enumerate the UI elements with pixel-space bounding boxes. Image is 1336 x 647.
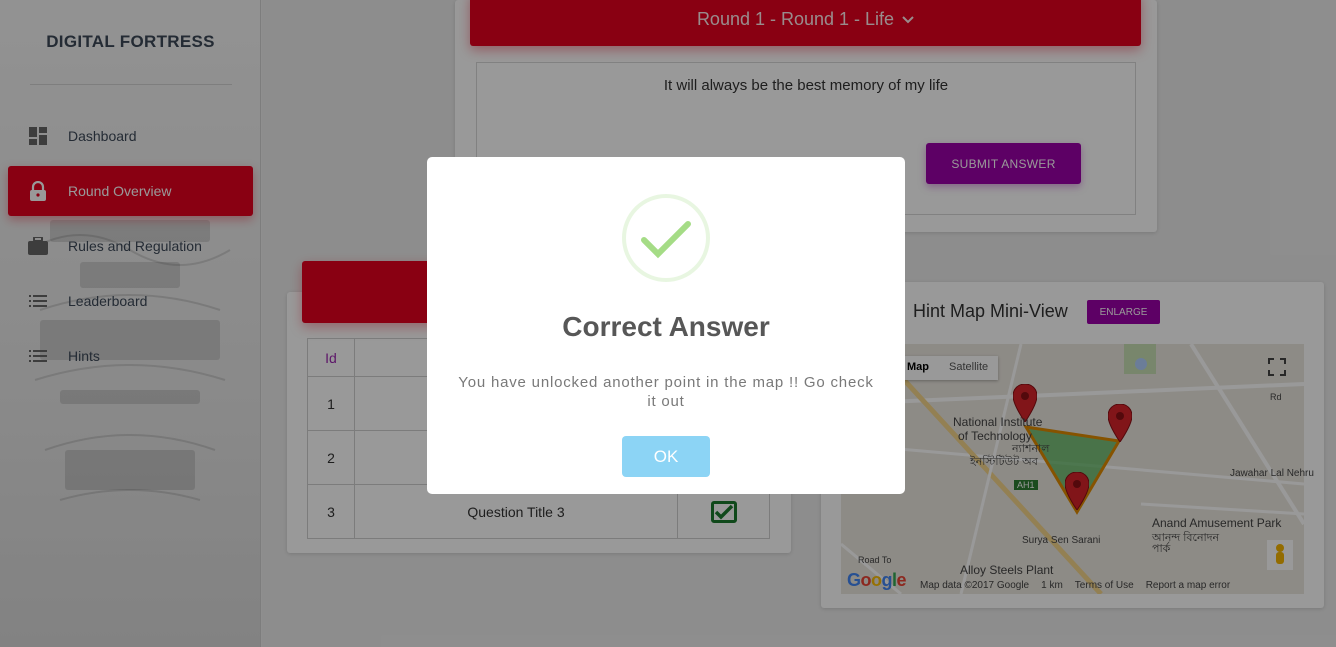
modal-title: Correct Answer: [562, 311, 770, 342]
success-check-icon: [622, 194, 710, 282]
modal-message: You have unlocked another point in the m…: [458, 374, 874, 410]
ok-button[interactable]: OK: [622, 436, 710, 477]
success-modal: Correct Answer You have unlocked another…: [427, 157, 905, 494]
